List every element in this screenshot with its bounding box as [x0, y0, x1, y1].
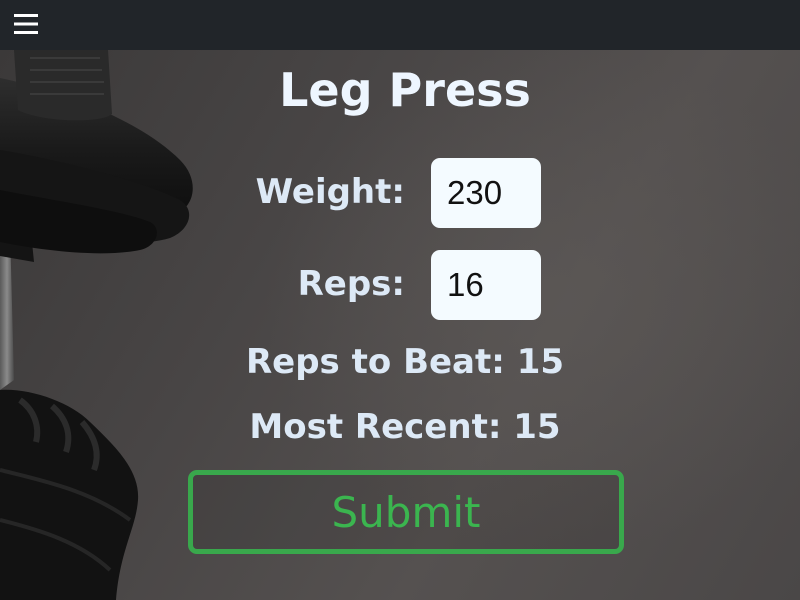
reps-input[interactable] — [431, 250, 541, 320]
hamburger-menu-icon[interactable] — [11, 11, 41, 37]
reps-to-beat-label: Reps to Beat: — [245, 342, 505, 382]
weight-input[interactable] — [431, 158, 541, 228]
most-recent-label: Most Recent: — [249, 407, 502, 447]
reps-to-beat-value: 15 — [516, 342, 565, 382]
reps-to-beat-stat: Reps to Beat: 15 — [0, 342, 800, 382]
top-navbar — [0, 0, 800, 50]
submit-button[interactable]: Submit — [188, 470, 624, 554]
exercise-title: Leg Press — [279, 63, 531, 117]
most-recent-stat: Most Recent: 15 — [0, 407, 800, 447]
exercise-panel: Leg Press Weight: Reps: Reps to Beat: 15… — [0, 50, 800, 600]
reps-label: Reps: — [297, 264, 405, 304]
app-root: Leg Press Weight: Reps: Reps to Beat: 15… — [0, 0, 800, 600]
most-recent-value: 15 — [513, 407, 561, 447]
weight-label: Weight: — [255, 172, 405, 212]
